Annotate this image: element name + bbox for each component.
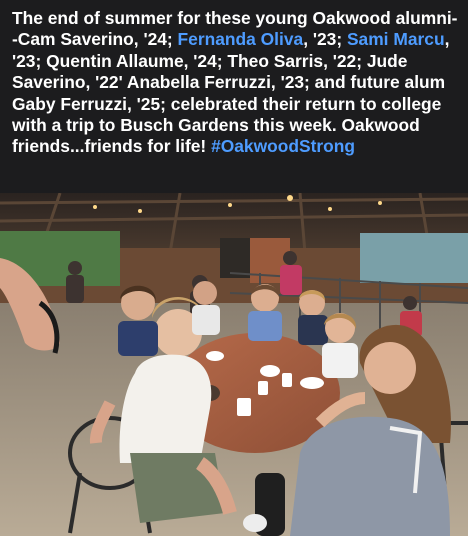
post-caption: The end of summer for these young Oakwoo… (12, 8, 462, 158)
tag-sami-marcu[interactable]: Sami Marcu (347, 29, 445, 49)
hashtag-oakwoodstrong[interactable]: #OakwoodStrong (211, 136, 355, 156)
post-photo[interactable] (0, 193, 468, 536)
social-post: The end of summer for these young Oakwoo… (0, 0, 468, 536)
tag-fernanda-oliva[interactable]: Fernanda Oliva (178, 29, 304, 49)
caption-text-2: , '23; (303, 29, 347, 50)
group-selfie-image (0, 193, 468, 536)
